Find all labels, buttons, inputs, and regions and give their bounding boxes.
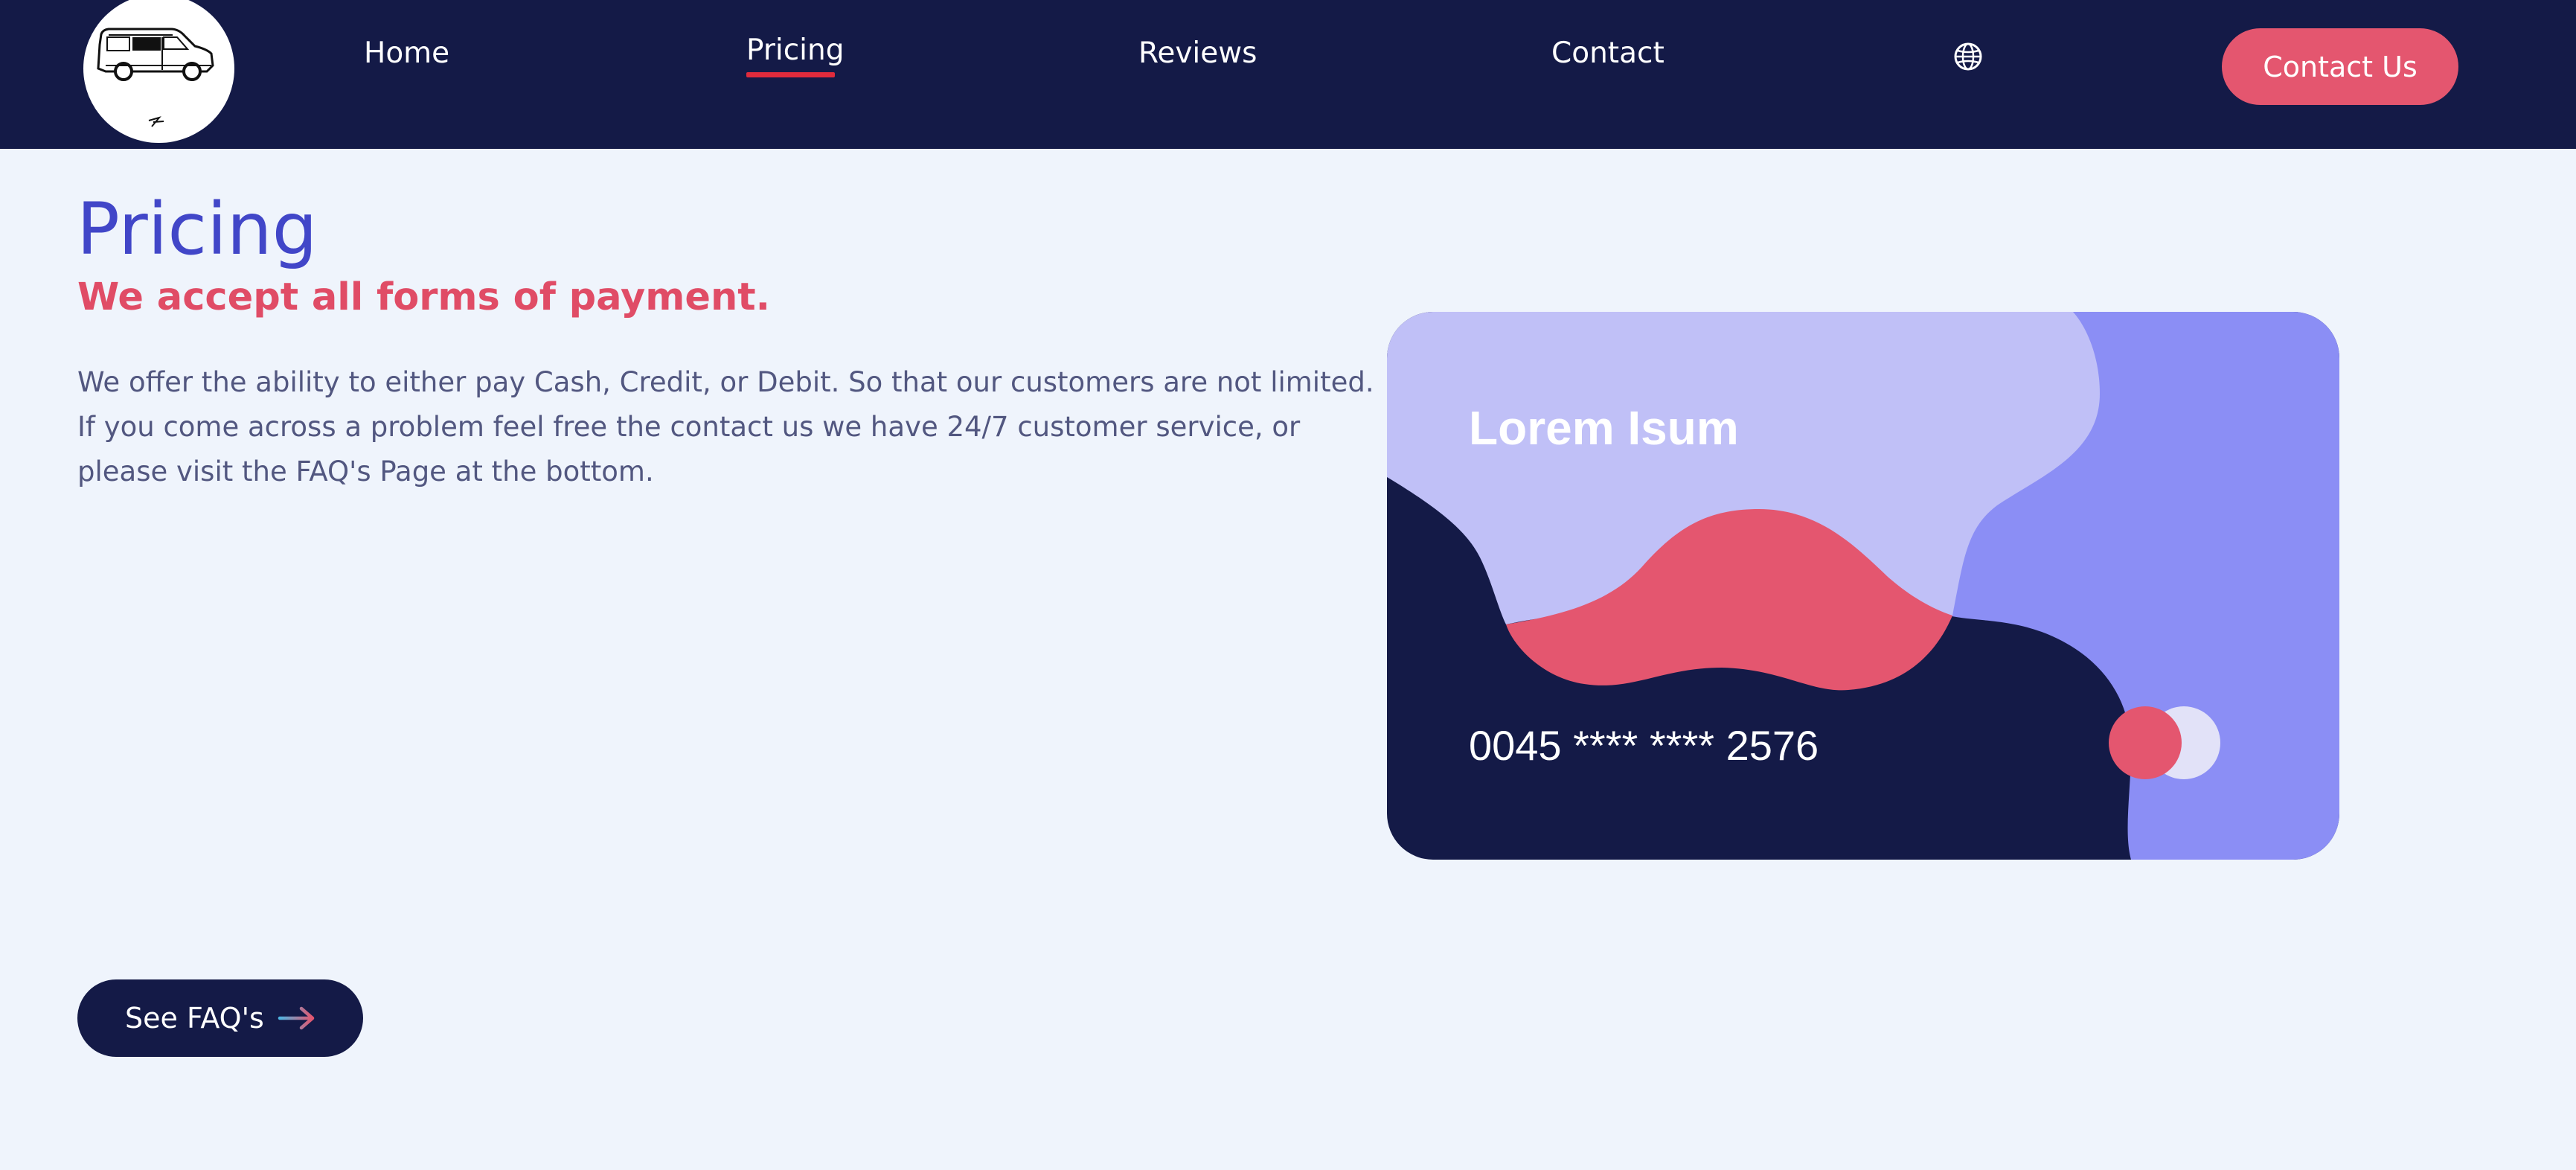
payment-description: We offer the ability to either pay Cash,… bbox=[77, 360, 1374, 494]
card-background-shapes bbox=[1387, 312, 2339, 860]
card-title: Lorem Isum bbox=[1469, 401, 1739, 455]
active-nav-indicator bbox=[746, 72, 835, 77]
top-navbar: Home Pricing Reviews Contact Contact Us bbox=[0, 0, 2576, 149]
card-number: 0045 **** **** 2576 bbox=[1469, 722, 1819, 769]
see-faqs-label: See FAQ's bbox=[125, 1002, 264, 1035]
nav-link-pricing[interactable]: Pricing bbox=[746, 30, 844, 71]
arrow-right-icon bbox=[278, 1006, 315, 1030]
van-logo-icon[interactable] bbox=[83, 0, 234, 143]
description-line: please visit the FAQ's Page at the botto… bbox=[77, 455, 654, 488]
van-logo-drawing bbox=[97, 28, 214, 127]
globe-icon[interactable] bbox=[1952, 41, 1984, 72]
page-title: Pricing bbox=[77, 188, 318, 271]
see-faqs-button[interactable]: See FAQ's bbox=[77, 979, 363, 1057]
card-brand-circle-red bbox=[2109, 706, 2182, 779]
page-subtitle: We accept all forms of payment. bbox=[77, 275, 771, 319]
nav-link-home[interactable]: Home bbox=[364, 33, 449, 74]
nav-link-reviews[interactable]: Reviews bbox=[1138, 33, 1257, 74]
credit-card-illustration: Lorem Isum 0045 **** **** 2576 bbox=[1387, 312, 2339, 860]
description-line: We offer the ability to either pay Cash,… bbox=[77, 366, 1374, 398]
nav-link-contact[interactable]: Contact bbox=[1551, 33, 1665, 74]
contact-us-button[interactable]: Contact Us bbox=[2222, 28, 2458, 105]
description-line: If you come across a problem feel free t… bbox=[77, 411, 1301, 443]
